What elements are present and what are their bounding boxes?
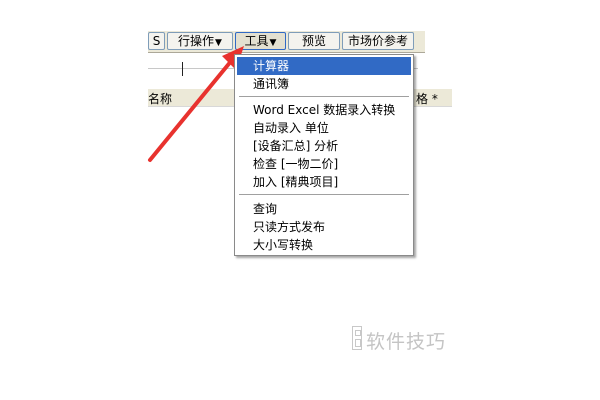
- watermark-logo-icon: [352, 326, 362, 350]
- menu-item-word-excel-import[interactable]: Word Excel 数据录入转换: [237, 101, 411, 119]
- menu-item-equipment-summary[interactable]: [设备汇总] 分析: [237, 137, 411, 155]
- menu-item-calculator[interactable]: 计算器: [237, 57, 411, 75]
- menu-item-check-duplicate-price[interactable]: 检查 [一物二价]: [237, 155, 411, 173]
- menu-item-address-book[interactable]: 通讯簿: [237, 75, 411, 93]
- menu-separator: [239, 194, 409, 196]
- menu-item-add-classic-item[interactable]: 加入 [精典项目]: [237, 173, 411, 191]
- tools-dropdown-menu: 计算器 通讯簿 Word Excel 数据录入转换 自动录入 单位 [设备汇总]…: [234, 54, 414, 256]
- menu-item-readonly-publish[interactable]: 只读方式发布: [237, 218, 411, 236]
- watermark-text: 软件技巧: [366, 331, 447, 353]
- menu-item-case-convert[interactable]: 大小写转换: [237, 236, 411, 254]
- menu-separator: [239, 96, 409, 98]
- menu-item-query[interactable]: 查询: [237, 200, 411, 218]
- menu-item-auto-entry-unit[interactable]: 自动录入 单位: [237, 119, 411, 137]
- arrow-shaft: [148, 58, 234, 162]
